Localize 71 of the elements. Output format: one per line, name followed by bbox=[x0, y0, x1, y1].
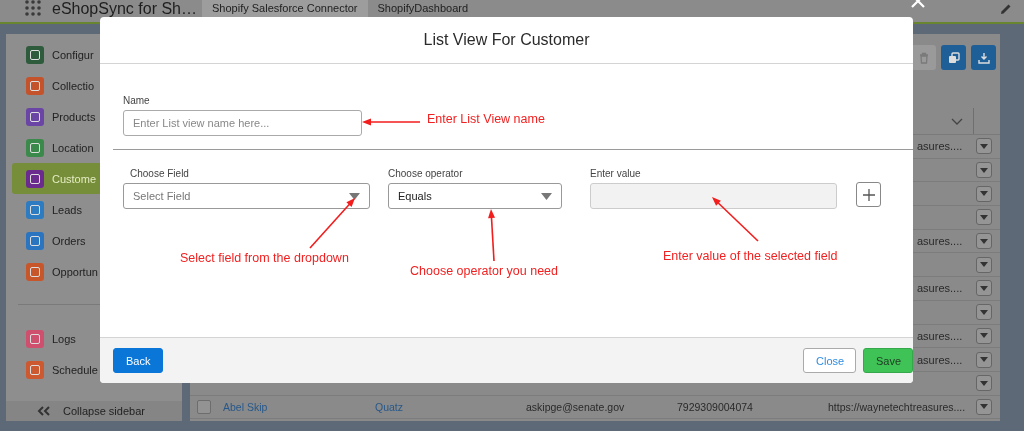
caret-icon bbox=[980, 404, 988, 410]
plus-icon bbox=[862, 188, 875, 201]
caret-icon bbox=[541, 192, 552, 200]
copy-button[interactable] bbox=[941, 45, 966, 70]
caret-icon bbox=[980, 380, 988, 386]
field-label: Choose operator bbox=[388, 167, 464, 180]
collapse-sidebar-button[interactable]: Collapse sidebar bbox=[6, 401, 182, 421]
trash-icon bbox=[917, 51, 930, 64]
download-button[interactable] bbox=[971, 45, 996, 70]
caret-icon bbox=[980, 191, 988, 197]
caret-icon bbox=[980, 333, 988, 339]
caret-icon bbox=[980, 309, 988, 315]
annotation-text: Enter List View name bbox=[427, 111, 545, 127]
app-launcher-icon[interactable] bbox=[24, 0, 42, 16]
caret-icon bbox=[980, 214, 988, 220]
annotation-arrow bbox=[362, 118, 421, 126]
sidebar-item[interactable]: Configur bbox=[12, 39, 182, 70]
save-button[interactable]: Save bbox=[863, 348, 913, 373]
website-cell-text: asures.... bbox=[917, 353, 964, 366]
field-dropdown[interactable]: Select Field bbox=[123, 183, 370, 209]
caret-icon bbox=[980, 167, 988, 173]
name-input[interactable]: Enter List view name here... bbox=[123, 110, 362, 136]
row-actions-button[interactable] bbox=[976, 233, 992, 250]
row-actions-button[interactable] bbox=[976, 256, 992, 273]
close-button[interactable]: Close bbox=[803, 348, 856, 373]
row-actions-button[interactable] bbox=[976, 398, 992, 415]
phone-cell-text: 7929309004074 bbox=[677, 400, 754, 413]
website-cell-text: https://waynetechtreasures.... bbox=[828, 400, 967, 413]
pencil-icon[interactable] bbox=[1000, 3, 1012, 15]
download-icon bbox=[977, 51, 990, 64]
copy-icon bbox=[947, 51, 960, 64]
annotation-text: Select field from the dropdown bbox=[180, 250, 349, 266]
caret-icon bbox=[980, 357, 988, 363]
chevron-down-icon[interactable] bbox=[951, 118, 963, 126]
field-label: Name bbox=[123, 94, 151, 107]
row-actions-button[interactable] bbox=[976, 327, 992, 344]
row-checkbox[interactable] bbox=[197, 399, 211, 414]
website-cell-text: asures.... bbox=[917, 235, 964, 248]
row-actions-button[interactable] bbox=[976, 304, 992, 321]
row-actions-button[interactable] bbox=[976, 280, 992, 297]
website-cell-text: asures.... bbox=[917, 282, 964, 295]
add-condition-button[interactable] bbox=[856, 182, 881, 207]
row-actions-button[interactable] bbox=[976, 209, 992, 226]
caret-icon bbox=[980, 238, 988, 244]
caret-icon bbox=[980, 143, 988, 149]
annotation-text: Enter value of the selected field bbox=[663, 248, 838, 264]
row-actions-button[interactable] bbox=[976, 162, 992, 179]
sidebar-item[interactable]: Orders bbox=[12, 225, 182, 256]
row-actions-button[interactable] bbox=[976, 185, 992, 202]
row-actions-button[interactable] bbox=[976, 375, 992, 392]
annotation-arrow bbox=[309, 198, 355, 249]
nav-tab[interactable]: Shopify Salesforce Connector bbox=[202, 0, 368, 17]
row-actions-button[interactable] bbox=[976, 351, 992, 368]
email-cell-text: askipge@senate.gov bbox=[526, 400, 626, 413]
caret-icon bbox=[980, 285, 988, 291]
annotation-text: Choose operator you need bbox=[410, 263, 559, 279]
back-button[interactable]: Back bbox=[113, 348, 163, 373]
app-title: eShopSync for Sh… bbox=[52, 0, 198, 17]
nav-tab[interactable]: ShopifyDashboard bbox=[367, 0, 479, 17]
row-actions-button[interactable] bbox=[976, 138, 992, 155]
sidebar-item[interactable]: Opportun bbox=[12, 256, 182, 287]
caret-icon bbox=[980, 262, 988, 268]
field-label: Enter value bbox=[590, 167, 642, 180]
website-cell-text: asures.... bbox=[917, 140, 964, 153]
annotation-arrow bbox=[712, 197, 759, 242]
website-cell-text: asures.... bbox=[917, 329, 964, 342]
caret-icon bbox=[349, 192, 360, 200]
modal-title: List View For Customer bbox=[423, 31, 590, 49]
annotation-arrow bbox=[488, 209, 495, 262]
double-chevron-icon bbox=[37, 406, 51, 416]
operator-dropdown[interactable]: Equals bbox=[388, 183, 562, 209]
